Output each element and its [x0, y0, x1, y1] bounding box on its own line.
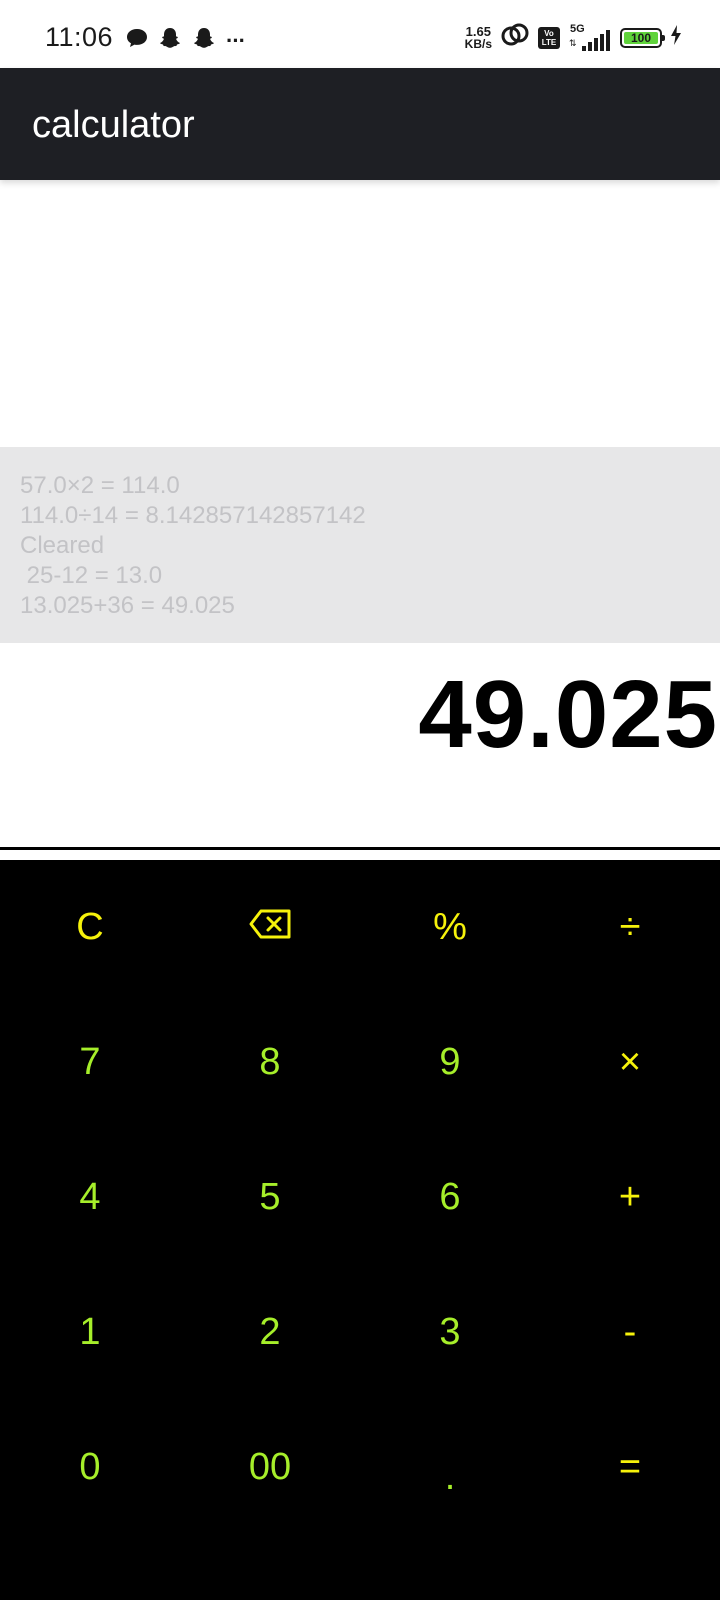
digit-7-button[interactable]: 7	[0, 995, 180, 1130]
digit-9-button[interactable]: 9	[360, 995, 540, 1130]
app-title: calculator	[32, 104, 195, 146]
history-entry: 13.025+36 = 49.025	[20, 592, 235, 619]
digit-6-button[interactable]: 6	[360, 1130, 540, 1265]
network-speed: 1.65 KB/s	[465, 25, 492, 51]
volte-bottom: LTE	[541, 37, 557, 47]
signal-icon: 5G ⇅	[568, 23, 612, 51]
app-bar: calculator	[0, 68, 720, 180]
history-entry: 114.0÷14 = 8.142857142857142	[20, 502, 366, 529]
status-bar: 11:06 ··· 1.65 KB/s Vo LTE 5G ⇅ 100	[0, 0, 720, 68]
decimal-label: .	[444, 1456, 456, 1498]
history-entry: 25-12 = 13.0	[20, 562, 163, 589]
clear-button[interactable]: C	[0, 860, 180, 995]
volte-icon: Vo LTE	[538, 26, 560, 49]
digit-4-button[interactable]: 4	[0, 1130, 180, 1265]
decimal-button[interactable]: .	[360, 1400, 540, 1535]
history-entry: Cleared	[20, 532, 105, 559]
backspace-button[interactable]	[180, 860, 360, 995]
digit-1-button[interactable]: 1	[0, 1265, 180, 1400]
divider	[0, 847, 720, 850]
backspace-icon	[249, 906, 291, 949]
keypad: C % ÷ 7 8 9 × 4 5 6 + 1 2 3 - 0 00 . =	[0, 860, 720, 1600]
result-display: 49.025	[418, 661, 718, 768]
status-time: 11:06	[45, 22, 114, 52]
digit-2-button[interactable]: 2	[180, 1265, 360, 1400]
double-zero-button[interactable]: 00	[180, 1400, 360, 1535]
snapchat-ghost-icon	[192, 26, 216, 55]
percent-button[interactable]: %	[360, 860, 540, 995]
digit-5-button[interactable]: 5	[180, 1130, 360, 1265]
digit-3-button[interactable]: 3	[360, 1265, 540, 1400]
link-icon	[500, 22, 530, 53]
equals-button[interactable]: =	[540, 1400, 720, 1535]
battery-level: 100	[624, 31, 658, 45]
history-entry: 57.0×2 = 114.0	[20, 472, 180, 499]
signal-bars	[582, 29, 610, 51]
notification-icons: ···	[126, 26, 246, 55]
history-panel: 57.0×2 = 114.0 114.0÷14 = 8.142857142857…	[0, 447, 720, 643]
plus-button[interactable]: +	[540, 1130, 720, 1265]
digit-0-button[interactable]: 0	[0, 1400, 180, 1535]
battery-icon: 100	[620, 27, 665, 48]
minus-button[interactable]: -	[540, 1265, 720, 1400]
snapchat-ghost-icon	[158, 26, 182, 55]
network-speed-unit: KB/s	[464, 36, 492, 51]
divide-button[interactable]: ÷	[540, 860, 720, 995]
charging-bolt-icon	[670, 24, 682, 51]
network-speed-value: 1.65	[465, 23, 491, 39]
digit-8-button[interactable]: 8	[180, 995, 360, 1130]
more-notifications-icon: ···	[226, 27, 246, 53]
system-icons: 1.65 KB/s Vo LTE 5G ⇅ 100	[465, 22, 682, 53]
multiply-button[interactable]: ×	[540, 995, 720, 1130]
chat-bubble-icon	[126, 27, 148, 54]
calculator-screen: 11:06 ··· 1.65 KB/s Vo LTE 5G ⇅ 100 calc…	[0, 0, 720, 1600]
data-arrows-icon: ⇅	[569, 37, 577, 48]
volte-top: Vo	[544, 28, 554, 38]
